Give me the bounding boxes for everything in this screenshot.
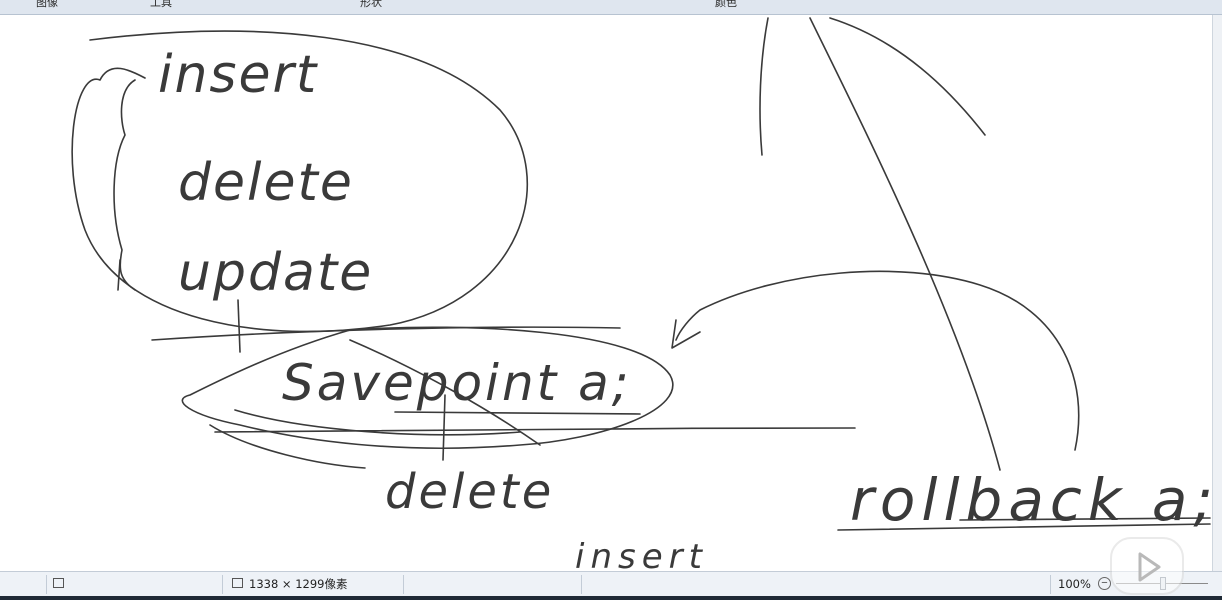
status-bar: 1338 × 1299像素 100% −: [0, 571, 1222, 597]
underline-savepoint-short: [394, 411, 641, 415]
status-divider: [403, 575, 404, 594]
cursor-position-icon: [53, 578, 64, 588]
handwriting-rollback: rollback a;: [850, 466, 1212, 534]
rollback-arrow: [675, 270, 1080, 451]
bracket-tick: [117, 259, 121, 291]
zoom-level: 100%: [1058, 577, 1091, 591]
handwriting-savepoint: Savepoint a;: [282, 354, 632, 412]
vertical-scrollbar[interactable]: [1212, 15, 1222, 571]
top-line-1: [759, 17, 769, 156]
ribbon-group-shapes[interactable]: 形状: [360, 0, 382, 10]
window-bottom-edge: [0, 596, 1222, 600]
play-icon: [1110, 528, 1184, 595]
handwriting-delete: delete: [178, 153, 354, 213]
ribbon-group-colors[interactable]: 颜色: [715, 0, 737, 10]
ribbon-bar: 图像 工具 形状 颜色: [0, 0, 1222, 15]
handwriting-insert-2: insert: [575, 537, 708, 571]
video-play-overlay[interactable]: [1107, 526, 1187, 598]
drawing-canvas[interactable]: insert delete update Savepoint a; delete…: [0, 15, 1212, 571]
status-divider: [46, 575, 47, 594]
left-bracket: [113, 79, 136, 291]
image-size-readout: 1338 × 1299像素: [249, 577, 348, 591]
handwriting-update: update: [178, 243, 373, 303]
underline-savepoint: [214, 427, 856, 433]
status-divider: [581, 575, 582, 594]
image-size-icon: [232, 578, 243, 588]
ribbon-group-tools[interactable]: 工具: [150, 0, 172, 10]
handwriting-delete-2: delete: [385, 464, 554, 520]
status-divider: [1050, 575, 1051, 594]
top-line-3: [829, 17, 986, 136]
status-divider: [222, 575, 223, 594]
ribbon-group-image[interactable]: 图像: [36, 0, 58, 10]
ink-layer: insert delete update Savepoint a; delete…: [71, 17, 1212, 571]
tick-update: [237, 299, 241, 353]
top-line-2: [809, 17, 1001, 471]
handwriting-insert: insert: [158, 45, 318, 105]
